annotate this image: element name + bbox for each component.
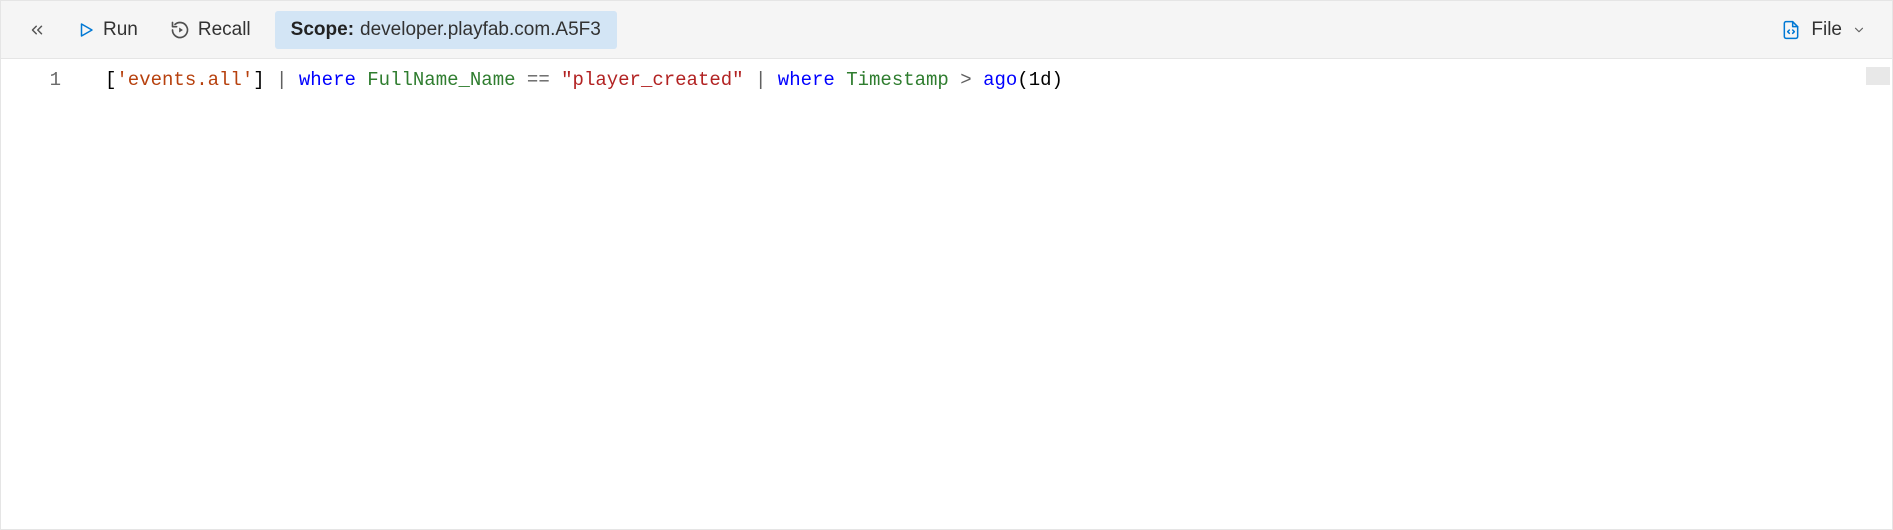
token-space xyxy=(287,69,298,91)
token-space xyxy=(550,69,561,91)
toolbar: Run Recall Scope: developer.playfab.com.… xyxy=(1,1,1892,59)
token-space xyxy=(835,69,846,91)
token-space xyxy=(356,69,367,91)
token-space xyxy=(744,69,755,91)
token-string: "player_created" xyxy=(561,69,743,91)
file-label: File xyxy=(1811,19,1842,41)
token-space xyxy=(265,69,276,91)
code-editor[interactable]: ['events.all'] | where FullName_Name == … xyxy=(89,59,1892,529)
token-space xyxy=(949,69,960,91)
file-menu-button[interactable]: File xyxy=(1769,13,1878,47)
token-function: ago xyxy=(983,69,1017,91)
token-bracket-open: [ xyxy=(105,69,116,91)
line-gutter: 1 xyxy=(1,59,89,529)
token-bracket-close: ] xyxy=(253,69,264,91)
minimap[interactable] xyxy=(1866,67,1890,85)
editor-container: 1 ['events.all'] | where FullName_Name =… xyxy=(1,59,1892,529)
scope-value: developer.playfab.com.A5F3 xyxy=(360,19,601,41)
chevron-down-icon xyxy=(1852,23,1866,37)
play-icon xyxy=(77,21,95,39)
code-line: ['events.all'] | where FullName_Name == … xyxy=(89,67,1892,93)
token-space xyxy=(972,69,983,91)
token-literal: 1d xyxy=(1029,69,1052,91)
token-pipe: | xyxy=(276,69,287,91)
token-paren-open: ( xyxy=(1017,69,1028,91)
token-space xyxy=(766,69,777,91)
token-operator: == xyxy=(527,69,550,91)
collapse-button[interactable] xyxy=(15,10,59,50)
file-code-icon xyxy=(1781,19,1801,41)
scope-selector[interactable]: Scope: developer.playfab.com.A5F3 xyxy=(275,11,617,49)
run-button[interactable]: Run xyxy=(63,13,152,47)
token-paren-close: ) xyxy=(1052,69,1063,91)
token-keyword: where xyxy=(778,69,835,91)
line-number: 1 xyxy=(1,67,89,93)
token-space xyxy=(516,69,527,91)
token-string: 'events.all' xyxy=(116,69,253,91)
chevron-double-left-icon xyxy=(28,21,46,39)
token-keyword: where xyxy=(299,69,356,91)
recall-button[interactable]: Recall xyxy=(156,13,265,47)
run-label: Run xyxy=(103,19,138,41)
token-identifier: FullName_Name xyxy=(367,69,515,91)
token-identifier: Timestamp xyxy=(846,69,949,91)
token-pipe: | xyxy=(755,69,766,91)
scope-label: Scope: xyxy=(291,19,354,41)
token-operator: > xyxy=(960,69,971,91)
recall-label: Recall xyxy=(198,19,251,41)
recall-icon xyxy=(170,20,190,40)
